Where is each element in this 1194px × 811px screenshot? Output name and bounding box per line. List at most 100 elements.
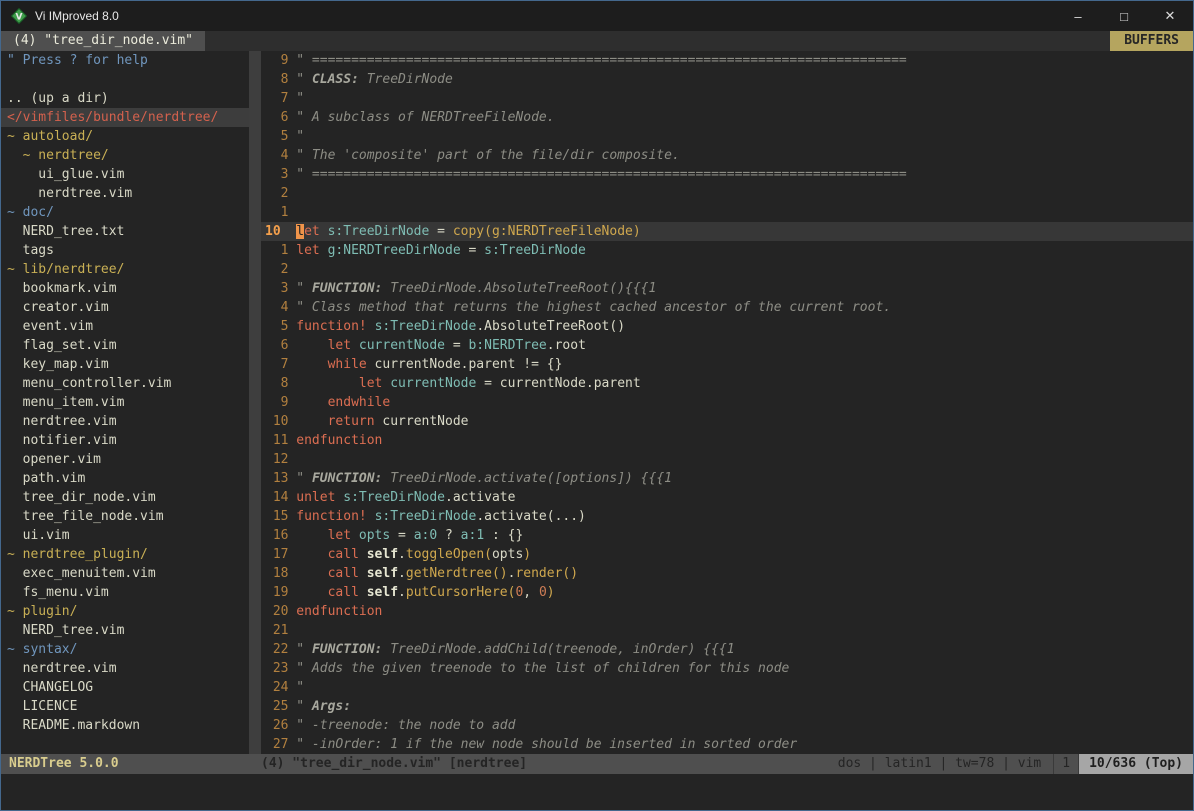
tree-item[interactable]: nerdtree.vim <box>1 659 249 678</box>
editor-line[interactable]: 3 " =====================================… <box>261 165 1193 184</box>
tree-item[interactable]: nerdtree.vim <box>1 412 249 431</box>
tree-item[interactable]: CHANGELOG <box>1 678 249 697</box>
tree-item[interactable]: ui.vim <box>1 526 249 545</box>
editor-line[interactable]: 5function! s:TreeDirNode.AbsoluteTreeRoo… <box>261 317 1193 336</box>
editor-line-current[interactable]: 10let s:TreeDirNode = copy(g:NERDTreeFil… <box>261 222 1193 241</box>
editor-line[interactable]: 15function! s:TreeDirNode.activate(...) <box>261 507 1193 526</box>
line-number: 19 <box>265 583 288 602</box>
tree-item[interactable]: flag_set.vim <box>1 336 249 355</box>
code-text: " <box>296 678 304 697</box>
tree-item[interactable]: nerdtree.vim <box>1 184 249 203</box>
editor-line[interactable]: 1let g:NERDTreeDirNode = s:TreeDirNode <box>261 241 1193 260</box>
editor-line[interactable]: 25" Args: <box>261 697 1193 716</box>
tree-item[interactable]: path.vim <box>1 469 249 488</box>
maximize-button[interactable]: □ <box>1101 1 1147 31</box>
editor-line[interactable]: 14unlet s:TreeDirNode.activate <box>261 488 1193 507</box>
editor-line[interactable]: 24" <box>261 678 1193 697</box>
editor-line[interactable]: 4" The 'composite' part of the file/dir … <box>261 146 1193 165</box>
editor-line[interactable]: 8 let currentNode = currentNode.parent <box>261 374 1193 393</box>
tree-item[interactable]: event.vim <box>1 317 249 336</box>
tree-item[interactable]: menu_controller.vim <box>1 374 249 393</box>
tab-tree-dir-node[interactable]: (4) "tree_dir_node.vim" <box>1 31 205 51</box>
tree-item[interactable]: ~ nerdtree_plugin/ <box>1 545 249 564</box>
editor-line[interactable]: 2 <box>261 260 1193 279</box>
line-number: 7 <box>265 355 288 374</box>
tree-item[interactable]: ui_glue.vim <box>1 165 249 184</box>
command-line[interactable] <box>1 774 1193 810</box>
line-number: 9 <box>265 393 288 412</box>
editor-line[interactable]: 4 " Class method that returns the highest… <box>261 298 1193 317</box>
tree-item[interactable]: ~ syntax/ <box>1 640 249 659</box>
editor-line[interactable]: 9 endwhile <box>261 393 1193 412</box>
editor-line[interactable]: 21 <box>261 621 1193 640</box>
tree-item[interactable]: LICENCE <box>1 697 249 716</box>
title-bar[interactable]: V Vi IMproved 8.0 – □ ✕ <box>1 1 1193 31</box>
tree-item[interactable]: creator.vim <box>1 298 249 317</box>
editor-line[interactable]: 11endfunction <box>261 431 1193 450</box>
editor-line[interactable]: 7" <box>261 89 1193 108</box>
tree-item[interactable]: " Press ? for help <box>1 51 249 70</box>
editor-line[interactable]: 1 <box>261 203 1193 222</box>
tree-item[interactable]: .. (up a dir) <box>1 89 249 108</box>
line-number: 3 <box>265 279 288 298</box>
editor-line[interactable]: 5" <box>261 127 1193 146</box>
editor-area[interactable]: 9 " =====================================… <box>261 51 1193 754</box>
tree-item[interactable]: ~ autoload/ <box>1 127 249 146</box>
code-text: " ======================================… <box>296 165 906 184</box>
code-text: " Class method that returns the highest … <box>296 298 891 317</box>
tree-item[interactable]: opener.vim <box>1 450 249 469</box>
tree-item[interactable]: bookmark.vim <box>1 279 249 298</box>
window-separator[interactable] <box>249 51 261 754</box>
tree-item[interactable]: fs_menu.vim <box>1 583 249 602</box>
tree-item[interactable]: tags <box>1 241 249 260</box>
editor-line[interactable]: 19 call self.putCursorHere(0, 0) <box>261 583 1193 602</box>
tree-item[interactable]: NERD_tree.vim <box>1 621 249 640</box>
tree-item[interactable]: ~ lib/nerdtree/ <box>1 260 249 279</box>
line-number: 4 <box>265 298 288 317</box>
tree-item[interactable]: exec_menuitem.vim <box>1 564 249 583</box>
editor-line[interactable]: 20endfunction <box>261 602 1193 621</box>
tree-item[interactable]: menu_item.vim <box>1 393 249 412</box>
tree-item[interactable]: ~ doc/ <box>1 203 249 222</box>
editor-line[interactable]: 12 <box>261 450 1193 469</box>
tree-item[interactable] <box>1 70 249 89</box>
buffer-number: 1 <box>1053 754 1079 774</box>
tree-item[interactable]: NERD_tree.txt <box>1 222 249 241</box>
editor-line[interactable]: 3" FUNCTION: TreeDirNode.AbsoluteTreeRoo… <box>261 279 1193 298</box>
editor-line[interactable]: 10 return currentNode <box>261 412 1193 431</box>
editor-line[interactable]: 6" A subclass of NERDTreeFileNode. <box>261 108 1193 127</box>
tree-item[interactable]: tree_dir_node.vim <box>1 488 249 507</box>
editor-line[interactable]: 6 let currentNode = b:NERDTree.root <box>261 336 1193 355</box>
editor-line[interactable]: 9" =====================================… <box>261 51 1193 70</box>
line-number: 2 <box>265 184 288 203</box>
code-text: " -treenode: the node to add <box>296 716 515 735</box>
nerdtree-sidebar[interactable]: " Press ? for help .. (up a dir)</vimfile… <box>1 51 249 754</box>
code-text: " Adds the given treenode to the list of… <box>296 659 789 678</box>
close-button[interactable]: ✕ <box>1147 1 1193 31</box>
editor-line[interactable]: 7 while currentNode.parent != {} <box>261 355 1193 374</box>
editor-line[interactable]: 26" -treenode: the node to add <box>261 716 1193 735</box>
tree-root-item[interactable]: </vimfiles/bundle/nerdtree/ <box>1 108 249 127</box>
editor-line[interactable]: 8" CLASS: TreeDirNode <box>261 70 1193 89</box>
editor-line[interactable]: 27" -inOrder: 1 if the new node should b… <box>261 735 1193 754</box>
editor-line[interactable]: 2 <box>261 184 1193 203</box>
tree-item[interactable]: ~ plugin/ <box>1 602 249 621</box>
code-text: " FUNCTION: TreeDirNode.activate([option… <box>296 469 672 488</box>
line-number: 6 <box>265 336 288 355</box>
code-text: let opts = a:0 ? a:1 : {} <box>296 526 523 545</box>
tree-item[interactable]: README.markdown <box>1 716 249 735</box>
editor-line[interactable]: 18 call self.getNerdtree().render() <box>261 564 1193 583</box>
tree-item[interactable]: key_map.vim <box>1 355 249 374</box>
tree-item[interactable]: notifier.vim <box>1 431 249 450</box>
line-number: 3 <box>265 165 288 184</box>
minimize-button[interactable]: – <box>1055 1 1101 31</box>
code-text: let currentNode = b:NERDTree.root <box>296 336 586 355</box>
editor-line[interactable]: 16 let opts = a:0 ? a:1 : {} <box>261 526 1193 545</box>
tree-item[interactable]: tree_file_node.vim <box>1 507 249 526</box>
tree-item[interactable]: ~ nerdtree/ <box>1 146 249 165</box>
editor-line[interactable]: 13" FUNCTION: TreeDirNode.activate([opti… <box>261 469 1193 488</box>
editor-line[interactable]: 23" Adds the given treenode to the list … <box>261 659 1193 678</box>
vim-icon: V <box>11 8 27 24</box>
editor-line[interactable]: 17 call self.toggleOpen(opts) <box>261 545 1193 564</box>
editor-line[interactable]: 22" FUNCTION: TreeDirNode.addChild(treen… <box>261 640 1193 659</box>
